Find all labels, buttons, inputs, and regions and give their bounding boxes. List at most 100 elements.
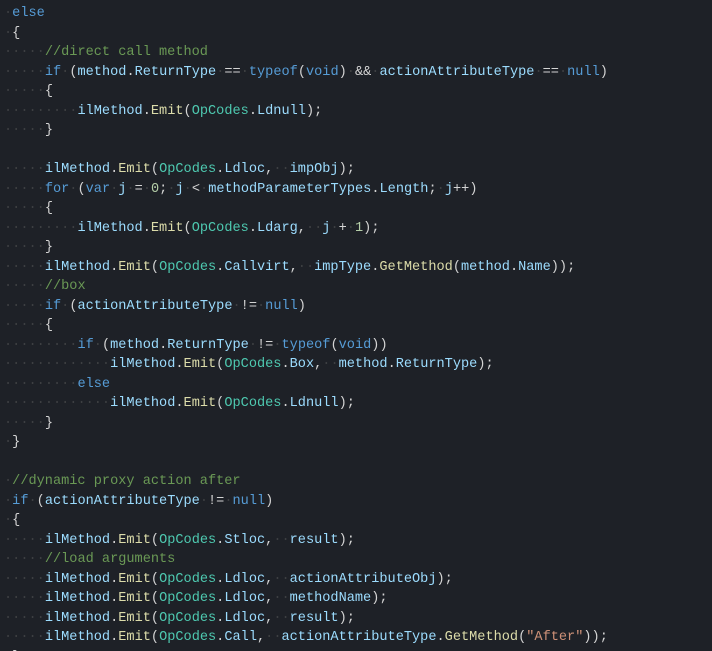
keyword-typeof: typeof [249,65,298,80]
method-call: GetMethod [379,260,452,275]
whitespace: · [4,572,12,587]
id: ReturnType [167,338,249,353]
whitespace: · [4,26,12,41]
id: actionAttributeType [379,65,534,80]
semi: ; [379,591,387,606]
id: ilMethod [45,533,110,548]
paren: ) [592,630,600,645]
whitespace: ···· [12,318,45,333]
whitespace: · [534,65,542,80]
whitespace: · [347,65,355,80]
whitespace: ·· [306,221,322,236]
method-call: Emit [151,104,184,119]
whitespace: ···· [77,357,110,372]
paren: ( [151,591,159,606]
whitespace: ···· [12,240,45,255]
comment: //box [45,279,86,294]
id: Ldloc [224,162,265,177]
id: method [339,357,388,372]
whitespace: · [4,474,12,489]
brace-open: { [45,318,53,333]
id: ilMethod [77,221,142,236]
whitespace: ···· [12,279,45,294]
op: != [208,494,224,509]
whitespace: ···· [12,104,45,119]
id: actionAttributeType [281,630,436,645]
paren: ( [151,260,159,275]
whitespace: ·· [273,162,289,177]
whitespace: ···· [12,552,45,567]
paren: ( [151,630,159,645]
id: Box [290,357,314,372]
whitespace: · [4,435,12,450]
whitespace: · [4,377,12,392]
dot: . [510,260,518,275]
whitespace: ···· [12,416,45,431]
whitespace: ···· [12,65,45,80]
whitespace: ···· [12,299,45,314]
brace-open: { [12,26,20,41]
method-call: Emit [118,260,151,275]
type: OpCodes [159,630,216,645]
keyword-for: for [45,182,69,197]
method-call: Emit [184,396,217,411]
whitespace: · [4,591,12,606]
paren: ( [37,494,45,509]
id: ilMethod [110,357,175,372]
brace-close: } [45,416,53,431]
whitespace: ···· [12,45,45,60]
type: OpCodes [159,591,216,606]
whitespace: · [200,182,208,197]
id: j [176,182,184,197]
whitespace: · [4,260,12,275]
id: Name [518,260,551,275]
semi: ; [347,396,355,411]
paren: ( [330,338,338,353]
whitespace: · [29,494,37,509]
whitespace: ···· [77,396,110,411]
paren: ) [551,260,559,275]
whitespace: ···· [45,104,78,119]
type: OpCodes [224,396,281,411]
op: && [355,65,371,80]
whitespace: · [4,338,12,353]
whitespace: ·· [273,533,289,548]
whitespace: · [94,338,102,353]
comma: , [290,260,298,275]
dot: . [126,65,134,80]
method-call: Emit [118,630,151,645]
whitespace: ···· [12,572,45,587]
keyword-typeof: typeof [282,338,331,353]
whitespace: ···· [12,396,45,411]
number: 1 [355,221,363,236]
whitespace: ···· [45,357,78,372]
whitespace: · [559,65,567,80]
keyword-if: if [12,494,28,509]
semi: ; [347,162,355,177]
paren: ( [298,65,306,80]
id: ReturnType [396,357,478,372]
semi: ; [347,611,355,626]
paren: ) [339,396,347,411]
whitespace: · [4,240,12,255]
method-call: Emit [118,611,151,626]
id: ilMethod [45,260,110,275]
brace-open: { [45,201,53,216]
id: methodName [290,591,372,606]
paren: ) [298,299,306,314]
semi: ; [445,572,453,587]
whitespace: · [4,416,12,431]
id: j [445,182,453,197]
paren: ( [151,533,159,548]
whitespace: · [4,611,12,626]
op: + [339,221,347,236]
op: < [192,182,200,197]
paren: ) [306,104,314,119]
id: Ldnull [290,396,339,411]
whitespace: · [167,182,175,197]
semi: ; [371,221,379,236]
paren: ) [600,65,608,80]
null: null [567,65,600,80]
method-call: Emit [118,591,151,606]
paren: ) [265,494,273,509]
